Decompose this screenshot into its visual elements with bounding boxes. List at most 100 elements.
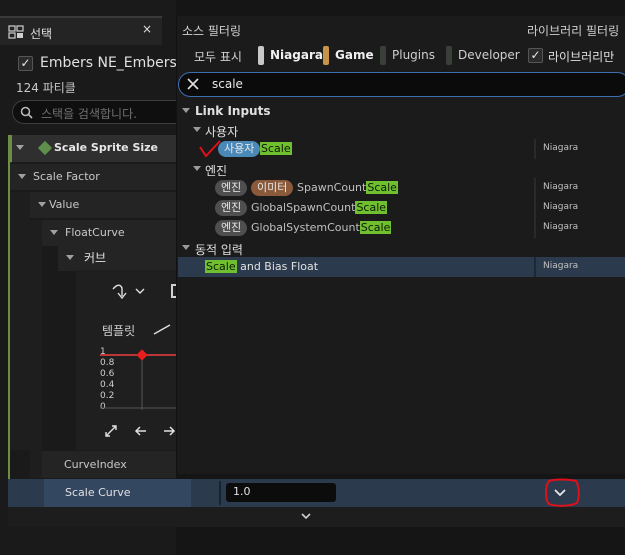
annotation-checkmark bbox=[198, 138, 222, 160]
tree-label-curve: 커브 bbox=[84, 251, 107, 265]
arrow-left-icon[interactable] bbox=[134, 424, 148, 438]
tree-label-scale-factor: Scale Factor bbox=[33, 170, 100, 183]
template-label: 템플릿 bbox=[102, 324, 136, 338]
chip-color-swatch bbox=[323, 46, 329, 65]
tab-selection[interactable]: 선택 bbox=[0, 16, 162, 45]
result-source: Niagara bbox=[534, 178, 578, 198]
selected-emitter-name: Embers NE_Embers_ bbox=[40, 55, 176, 71]
result-source: Niagara bbox=[534, 198, 578, 218]
source-filter-label: 소스 필터링 bbox=[182, 24, 242, 38]
result-source: Niagara bbox=[534, 218, 578, 238]
result-text: SpawnCount bbox=[297, 181, 367, 194]
search-icon bbox=[20, 106, 33, 119]
tree-label-scale-sprite-size: Scale Sprite Size bbox=[54, 141, 159, 154]
tab-label: 선택 bbox=[30, 27, 53, 41]
chevron-down-icon bbox=[193, 127, 201, 132]
linear-curve-icon[interactable] bbox=[152, 322, 172, 336]
chip-color-swatch bbox=[446, 46, 452, 65]
match-highlight: Scale bbox=[359, 221, 392, 234]
result-item-globalspawncountscale[interactable]: 엔진 GlobalSpawnCountScale Niagara bbox=[178, 198, 625, 218]
chip-label: Developer bbox=[458, 48, 520, 62]
chevron-down-icon[interactable] bbox=[66, 255, 74, 260]
panel-tab-icon bbox=[8, 25, 24, 39]
filter-search-value: scale bbox=[212, 77, 243, 91]
scale-curve-value-input[interactable]: 1.0 bbox=[226, 483, 336, 502]
chip-color-swatch bbox=[258, 46, 264, 65]
chevron-down-icon[interactable] bbox=[38, 202, 46, 207]
filter-chip-show-all[interactable]: 모두 표시 bbox=[188, 44, 248, 67]
tree-row-value[interactable]: Value bbox=[30, 192, 176, 219]
filter-chip-plugins[interactable]: Plugins bbox=[380, 44, 441, 67]
library-only-checkbox[interactable]: ✓ bbox=[528, 48, 543, 63]
result-item-spawncountscale[interactable]: 엔진 이미터 SpawnCountScale Niagara bbox=[178, 178, 625, 198]
match-highlight: Scale bbox=[260, 142, 292, 155]
chevron-down-icon[interactable] bbox=[50, 230, 58, 235]
column-splitter[interactable] bbox=[219, 481, 221, 505]
category-label: 동적 입력 bbox=[195, 243, 243, 257]
module-color-strip bbox=[8, 135, 10, 527]
chevron-down-icon[interactable] bbox=[18, 174, 26, 179]
curve-shape-icon bbox=[112, 284, 145, 300]
tree-label-value: Value bbox=[49, 198, 80, 211]
particle-count: 124 파티클 bbox=[16, 81, 76, 95]
chevron-down-icon bbox=[301, 512, 311, 520]
result-category-dynamic-inputs[interactable]: 동적 입력 bbox=[178, 238, 625, 258]
result-text: and Bias Float bbox=[236, 260, 319, 273]
chip-label: Niagara bbox=[270, 48, 323, 62]
library-filter-label: 라이브러리 필터링 bbox=[527, 24, 620, 38]
result-source: Niagara bbox=[534, 139, 578, 159]
tab-close-button[interactable]: × bbox=[142, 22, 152, 36]
result-category-link-inputs[interactable]: Link Inputs bbox=[178, 101, 625, 121]
tree-row-scale-sprite-size[interactable]: Scale Sprite Size bbox=[8, 135, 176, 163]
filter-search-input[interactable]: scale bbox=[178, 72, 625, 97]
indent-guide bbox=[10, 192, 30, 450]
module-icon bbox=[37, 140, 53, 156]
chevron-down-icon bbox=[182, 245, 190, 250]
chip-color-swatch bbox=[380, 46, 386, 65]
match-highlight: Scale bbox=[366, 181, 398, 194]
selected-emitter-checkbox[interactable]: ✓ bbox=[18, 56, 33, 71]
tree-row-curve[interactable]: 커브 bbox=[58, 245, 176, 272]
tree-row-scale-factor[interactable]: Scale Factor bbox=[8, 164, 176, 191]
result-category-user[interactable]: 사용자 bbox=[178, 120, 625, 140]
result-source: Niagara bbox=[534, 257, 578, 277]
indent-guide bbox=[30, 220, 42, 478]
namespace-pill-engine: 엔진 bbox=[215, 220, 248, 236]
tree-label-curveindex: CurveIndex bbox=[64, 458, 127, 471]
curve-nav-toolbar bbox=[104, 424, 176, 440]
namespace-pill-engine: 엔진 bbox=[215, 200, 248, 216]
namespace-pill-engine: 엔진 bbox=[215, 180, 248, 196]
stack-search-placeholder: 스택을 검색합니다. bbox=[41, 107, 137, 121]
annotation-circle bbox=[543, 478, 581, 508]
chevron-down-icon[interactable] bbox=[16, 145, 24, 150]
namespace-pill-user: 사용자 bbox=[218, 141, 261, 157]
chevron-down-icon bbox=[182, 108, 190, 113]
chip-label: 모두 표시 bbox=[194, 50, 242, 64]
result-category-engine[interactable]: 엔진 bbox=[178, 159, 625, 179]
chevron-down-icon bbox=[193, 166, 201, 171]
filter-chip-game[interactable]: Game bbox=[323, 44, 380, 67]
result-text: GlobalSystemCount bbox=[251, 221, 360, 234]
filter-chip-niagara[interactable]: Niagara bbox=[258, 44, 329, 67]
chip-label: Plugins bbox=[392, 48, 435, 62]
category-label: Link Inputs bbox=[195, 104, 271, 118]
library-only-label: 라이브러리만 bbox=[548, 50, 615, 64]
category-label: 엔진 bbox=[205, 164, 228, 178]
arrow-right-icon[interactable] bbox=[164, 424, 176, 438]
curve-preview-graph[interactable]: 1 0.8 0.6 0.4 0.2 0 bbox=[100, 348, 176, 412]
result-item-globalsystemcountscale[interactable]: 엔진 GlobalSystemCountScale Niagara bbox=[178, 218, 625, 238]
tree-row-floatcurve[interactable]: FloatCurve bbox=[42, 220, 176, 247]
result-item-user-scale[interactable]: 사용자 Scale Niagara bbox=[178, 139, 625, 159]
filter-chip-developer[interactable]: Developer bbox=[446, 44, 526, 67]
close-x-icon[interactable] bbox=[186, 77, 200, 91]
match-highlight: Scale bbox=[355, 201, 388, 214]
result-item-scale-and-bias-float[interactable]: Scale and Bias Float Niagara bbox=[178, 257, 625, 277]
expand-arrows-icon[interactable] bbox=[104, 424, 118, 438]
tree-row-curveindex[interactable]: CurveIndex bbox=[42, 451, 176, 478]
advanced-expander[interactable] bbox=[8, 507, 625, 527]
tree-label-floatcurve: FloatCurve bbox=[65, 226, 125, 239]
stack-search-input[interactable]: 스택을 검색합니다. bbox=[12, 100, 176, 124]
curve-shape-dropdown[interactable] bbox=[110, 280, 150, 302]
result-text: GlobalSpawnCount bbox=[251, 201, 356, 214]
tree-label-scale-curve: Scale Curve bbox=[65, 486, 131, 499]
